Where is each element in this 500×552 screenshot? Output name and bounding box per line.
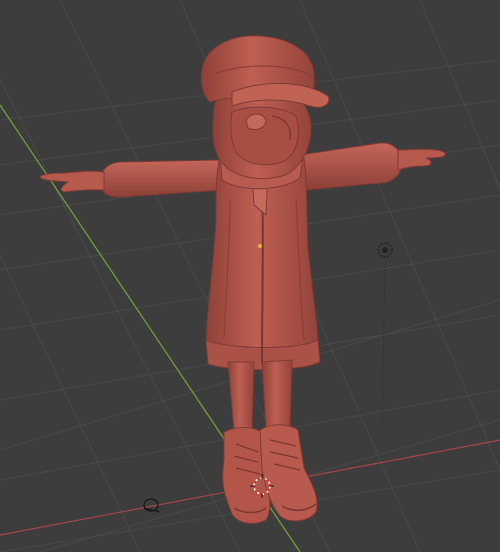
face-eye bbox=[245, 113, 267, 131]
left-leg bbox=[227, 361, 255, 433]
light-icon[interactable] bbox=[377, 242, 393, 431]
right-arm bbox=[299, 142, 403, 191]
right-hand bbox=[397, 148, 446, 171]
left-hand bbox=[39, 170, 105, 193]
camera-icon[interactable] bbox=[143, 498, 161, 513]
face bbox=[230, 106, 299, 166]
viewport-canvas[interactable] bbox=[0, 0, 500, 552]
coat-button bbox=[258, 244, 262, 248]
3d-viewport[interactable] bbox=[0, 0, 500, 552]
right-leg bbox=[261, 359, 293, 431]
left-arm bbox=[99, 159, 223, 198]
